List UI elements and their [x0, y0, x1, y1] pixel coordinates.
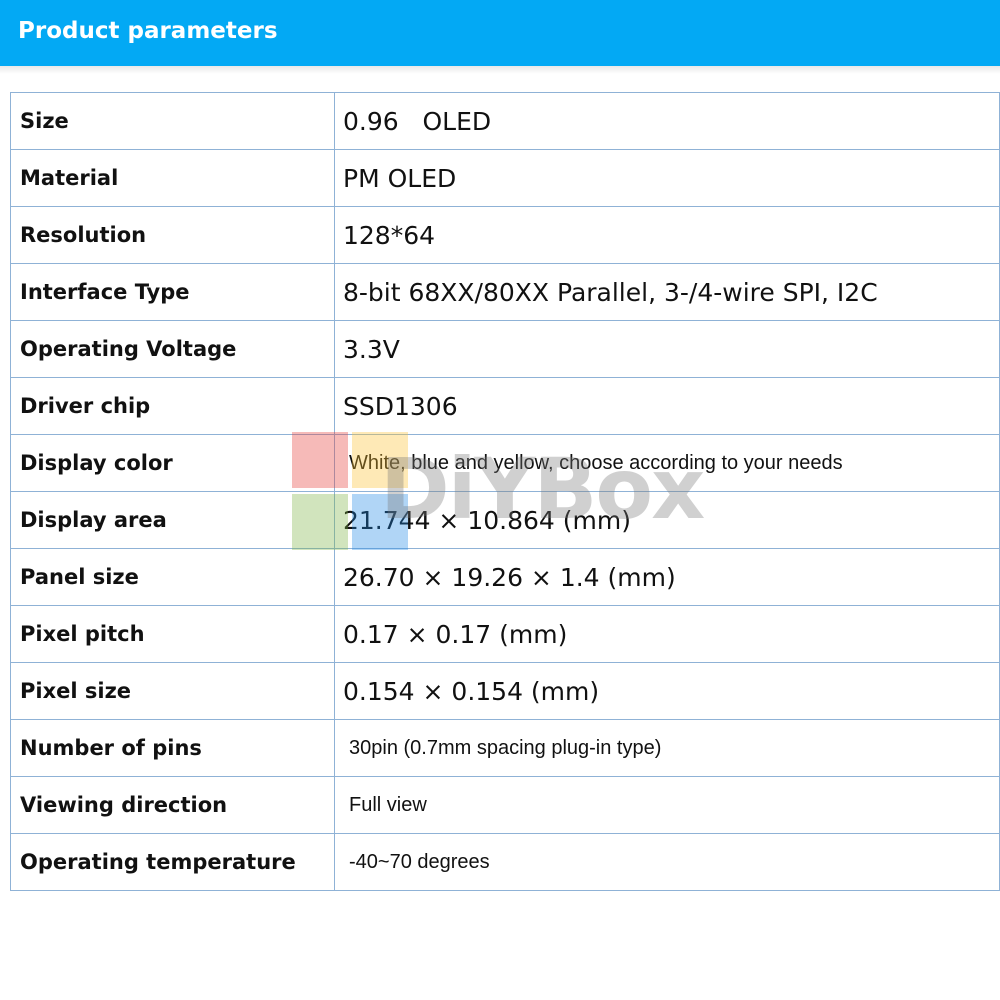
spec-label: Material	[10, 149, 335, 207]
header-shadow	[0, 66, 1000, 74]
table-row: Number of pins 30pin (0.7mm spacing plug…	[10, 719, 1000, 777]
spec-label: Pixel size	[10, 662, 335, 720]
table-row: Display area 21.744 × 10.864 (mm)	[10, 491, 1000, 549]
spec-label: Pixel pitch	[10, 605, 335, 663]
spec-value: SSD1306	[334, 377, 1000, 435]
spec-value: 0.154 × 0.154 (mm)	[334, 662, 1000, 720]
spec-value: PM OLED	[334, 149, 1000, 207]
table-row: Operating Voltage 3.3V	[10, 320, 1000, 378]
spec-value: White, blue and yellow, choose according…	[334, 434, 1000, 492]
table-row: Size 0.96 OLED	[10, 92, 1000, 150]
spec-value: 0.17 × 0.17 (mm)	[334, 605, 1000, 663]
table-row: Driver chip SSD1306	[10, 377, 1000, 435]
spec-label: Operating temperature	[10, 833, 335, 891]
table-row: Operating temperature -40~70 degrees	[10, 833, 1000, 891]
table-row: Pixel size 0.154 × 0.154 (mm)	[10, 662, 1000, 720]
spec-label: Interface Type	[10, 263, 335, 321]
table-row: Panel size 26.70 × 19.26 × 1.4 (mm)	[10, 548, 1000, 606]
spec-label: Resolution	[10, 206, 335, 264]
table-row: Resolution 128*64	[10, 206, 1000, 264]
spec-value: 26.70 × 19.26 × 1.4 (mm)	[334, 548, 1000, 606]
table-row: Display color White, blue and yellow, ch…	[10, 434, 1000, 492]
spec-value: 128*64	[334, 206, 1000, 264]
spec-label: Panel size	[10, 548, 335, 606]
spec-label: Display area	[10, 491, 335, 549]
spec-label: Driver chip	[10, 377, 335, 435]
spec-value: 30pin (0.7mm spacing plug-in type)	[334, 719, 1000, 777]
page-title: Product parameters	[18, 18, 278, 44]
spec-value: Full view	[334, 776, 1000, 834]
spec-value: 3.3V	[334, 320, 1000, 378]
spec-value: 0.96 OLED	[334, 92, 1000, 150]
spec-label: Number of pins	[10, 719, 335, 777]
spec-table: Size 0.96 OLED Material PM OLED Resoluti…	[10, 92, 1000, 891]
header-bar: Product parameters	[0, 0, 1000, 66]
table-row: Interface Type 8-bit 68XX/80XX Parallel,…	[10, 263, 1000, 321]
spec-value: -40~70 degrees	[334, 833, 1000, 891]
table-row: Material PM OLED	[10, 149, 1000, 207]
table-row: Pixel pitch 0.17 × 0.17 (mm)	[10, 605, 1000, 663]
table-row: Viewing direction Full view	[10, 776, 1000, 834]
spec-label: Display color	[10, 434, 335, 492]
spec-value: 8-bit 68XX/80XX Parallel, 3-/4-wire SPI,…	[334, 263, 1000, 321]
spec-label: Size	[10, 92, 335, 150]
spec-label: Operating Voltage	[10, 320, 335, 378]
spec-label: Viewing direction	[10, 776, 335, 834]
spec-value: 21.744 × 10.864 (mm)	[334, 491, 1000, 549]
